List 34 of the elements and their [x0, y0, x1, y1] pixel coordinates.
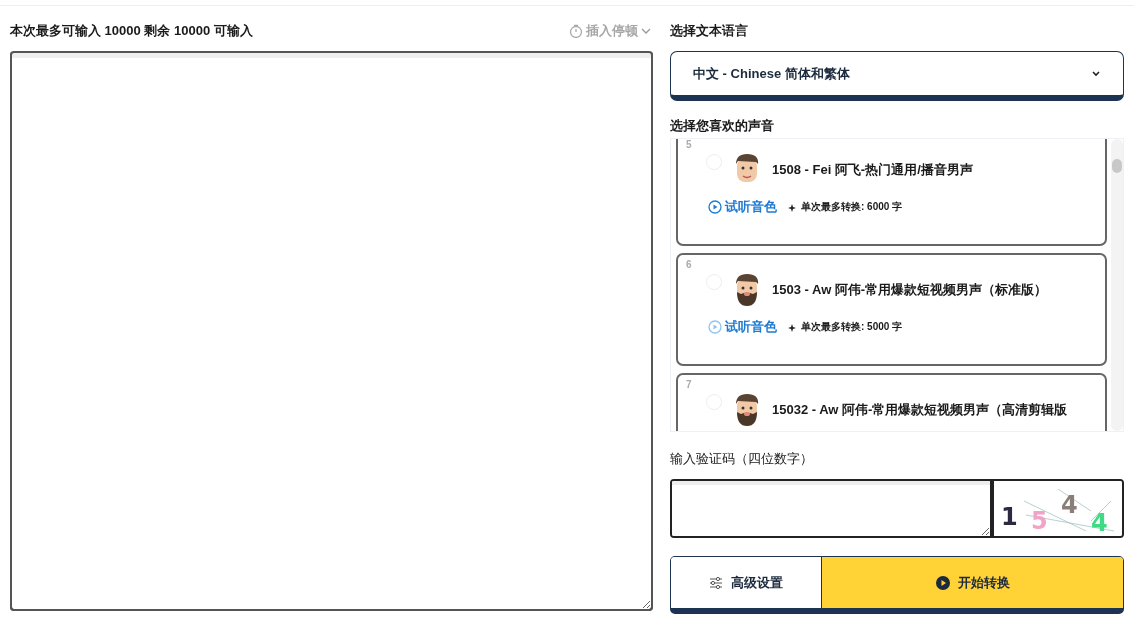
captcha-label: 输入验证码（四位数字）: [670, 450, 814, 468]
voice-name: 1508 - Fei 阿飞-热门通用/播音男声: [772, 161, 973, 179]
chevron-down-icon: [641, 27, 651, 35]
voice-name: 1503 - Aw 阿伟-常用爆款短视频男声（标准版）: [772, 281, 1048, 299]
voice-card[interactable]: 5 1508 - Fei 阿飞-热门通用/播音男声 试听音色 单次最多转换: 6000 字: [676, 139, 1107, 246]
captcha-digit: 1: [1001, 503, 1018, 531]
voice-index: 5: [686, 139, 693, 150]
language-select[interactable]: 中文 - Chinese 简体和繁体: [670, 51, 1124, 101]
timer-icon: [569, 24, 583, 38]
play-icon: [935, 575, 950, 590]
language-label: 选择文本语言: [670, 22, 749, 40]
conversion-limit-text: 单次最多转换: 5000 字: [787, 320, 903, 334]
captcha-digit: 4: [1061, 491, 1078, 519]
voice-name: 15032 - Aw 阿伟-常用爆款短视频男声（高清剪辑版: [772, 401, 1068, 419]
text-input-field[interactable]: [10, 51, 653, 611]
play-icon: [708, 200, 722, 214]
voice-label: 选择您喜欢的声音: [670, 117, 775, 135]
captcha-field[interactable]: 1 5 4 4: [670, 479, 1124, 538]
scrollbar[interactable]: [1111, 139, 1123, 431]
preview-voice-link[interactable]: 试听音色: [708, 318, 777, 336]
advanced-settings-button[interactable]: 高级设置: [671, 557, 822, 608]
preview-voice-link[interactable]: 试听音色: [708, 198, 777, 216]
input-limit-text: 本次最多可输入 10000 剩余 10000 可输入: [10, 22, 253, 40]
chevron-down-icon: [1091, 69, 1101, 78]
voice-card[interactable]: 6 1503 - Aw 阿伟-常用爆款短视频男声（标准版） 试听音色 单次最多转换: 5000 字: [676, 253, 1107, 366]
captcha-digit: 4: [1091, 509, 1108, 536]
start-conversion-button[interactable]: 开始转换: [822, 557, 1123, 608]
voice-index: 7: [686, 379, 693, 390]
captcha-digit: 5: [1031, 507, 1048, 535]
captcha-image[interactable]: 1 5 4 4: [990, 481, 1122, 536]
sliders-icon: [709, 576, 723, 589]
conversion-limit-text: 单次最多转换: 6000 字: [787, 200, 903, 214]
voice-index: 6: [686, 259, 693, 270]
play-icon: [708, 320, 722, 334]
